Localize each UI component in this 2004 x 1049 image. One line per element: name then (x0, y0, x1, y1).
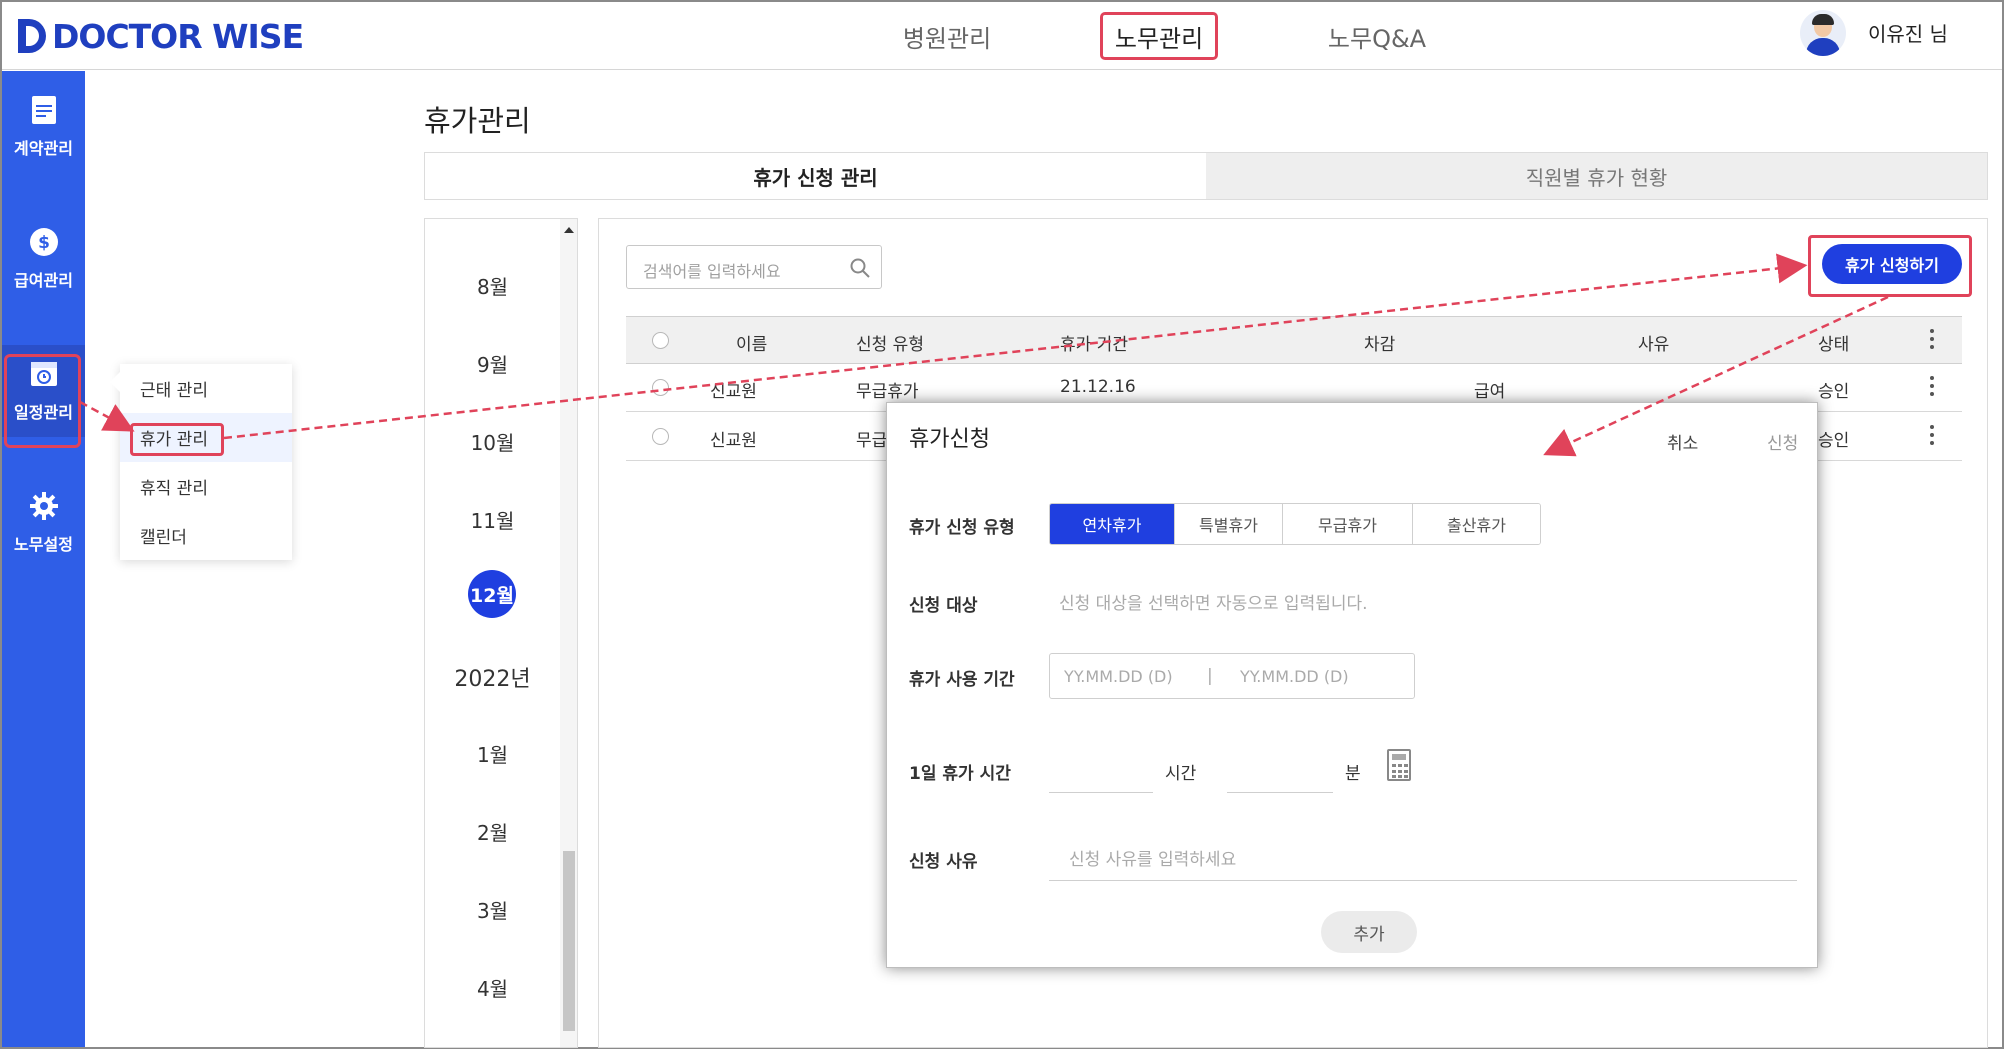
scroll-thumb[interactable] (563, 851, 575, 1031)
row-deduct: 급여 (1474, 382, 1506, 402)
sidebar-item-label: 노무설정 (14, 535, 73, 554)
target-hint: 신청 대상을 선택하면 자동으로 입력됩니다. (1059, 594, 1368, 614)
target-label: 신청 대상 (909, 596, 978, 616)
sidebar-item-label: 계약관리 (14, 139, 73, 158)
more-icon[interactable] (1930, 425, 1934, 449)
leave-type-unpaid[interactable]: 무급휴가 (1282, 504, 1412, 544)
period-label: 휴가 사용 기간 (909, 670, 1015, 690)
add-button[interactable]: 추가 (1321, 911, 1417, 953)
top-header: DOCTOR WISE 병원관리 노무관리 노무Q&A 이유진 님 (2, 2, 2002, 70)
year-label: 2022년 (454, 667, 531, 692)
month-item[interactable]: 2월 (425, 817, 560, 846)
hours-input[interactable] (1049, 759, 1153, 793)
col-status: 상태 (1818, 335, 1850, 355)
svg-text:$: $ (38, 233, 50, 253)
tab-leave-requests[interactable]: 휴가 신청 관리 (425, 153, 1206, 199)
submenu-item-attendance[interactable]: 근태 관리 (120, 364, 292, 413)
schedule-submenu: 근태 관리 휴가 관리 휴직 관리 캘린더 (110, 364, 292, 560)
sidebar-item-labor-settings[interactable]: 노무설정 (2, 477, 85, 569)
sidebar-item-payroll[interactable]: $ 급여관리 (2, 213, 85, 305)
leave-type-annual[interactable]: 연차휴가 (1050, 504, 1174, 544)
hour-unit: 시간 (1165, 764, 1197, 784)
row-name: 신교원 (710, 431, 757, 451)
leave-request-modal: 휴가신청 취소 신청 휴가 신청 유형 연차휴가 특별휴가 무급휴가 출산휴가 … (886, 402, 1818, 968)
sidebar-item-label: 급여관리 (14, 271, 73, 290)
sidebar: 계약관리 $ 급여관리 일정관리 노무설정 (2, 71, 85, 1047)
calculator-icon[interactable] (1387, 749, 1411, 781)
month-item[interactable]: 8월 (425, 271, 560, 300)
dollar-icon: $ (29, 227, 59, 257)
minute-unit: 분 (1345, 764, 1361, 784)
row-radio[interactable] (652, 428, 669, 445)
date-range-input[interactable]: YY.MM.DD (D) | YY.MM.DD (D) (1049, 653, 1415, 699)
row-period: 21.12.16 (1060, 377, 1136, 397)
cancel-button[interactable]: 취소 (1667, 429, 1698, 454)
start-date-field[interactable]: YY.MM.DD (D) (1064, 667, 1173, 686)
highlight-box-sidebar (4, 354, 81, 448)
username[interactable]: 이유진 님 (1868, 18, 1948, 47)
col-name: 이름 (736, 335, 768, 355)
leave-type-selector: 연차휴가 특별휴가 무급휴가 출산휴가 (1049, 503, 1541, 545)
row-status: 승인 (1818, 431, 1850, 451)
tab-bar: 휴가 신청 관리 직원별 휴가 현황 (424, 152, 1988, 200)
submit-button[interactable]: 신청 (1767, 429, 1798, 454)
nav-labor-qna[interactable]: 노무Q&A (1312, 12, 1442, 60)
month-item[interactable]: 11월 (425, 505, 560, 534)
row-type: 무급휴가 (856, 382, 919, 402)
search-icon[interactable] (849, 257, 871, 279)
nav-labor-management[interactable]: 노무관리 (1100, 12, 1218, 60)
search-input[interactable]: 검색어를 입력하세요 (626, 245, 882, 289)
row-type: 무급 (856, 431, 888, 451)
col-reason: 사유 (1638, 335, 1670, 355)
col-period: 휴가 기간 (1060, 335, 1128, 355)
page-title: 휴가관리 (424, 104, 531, 138)
gear-icon (29, 491, 59, 521)
logo-mark-icon (18, 19, 46, 53)
daily-hours-label: 1일 휴가 시간 (909, 764, 1011, 784)
document-icon (29, 95, 59, 125)
row-radio[interactable] (652, 379, 669, 396)
col-type: 신청 유형 (856, 335, 924, 355)
logo[interactable]: DOCTOR WISE (18, 16, 304, 56)
month-item[interactable]: 10월 (425, 427, 560, 456)
table-header: 이름 신청 유형 휴가 기간 차감 사유 상태 (626, 316, 1962, 364)
end-date-field[interactable]: YY.MM.DD (D) (1240, 667, 1349, 686)
submenu-item-absence[interactable]: 휴직 관리 (120, 462, 292, 511)
col-deduct: 차감 (1364, 335, 1396, 355)
reason-placeholder: 신청 사유를 입력하세요 (1069, 850, 1237, 870)
date-separator: | (1207, 666, 1213, 686)
month-list: 8월 9월 10월 11월 12월 2022년 1월 2월 3월 4월 (424, 218, 578, 1048)
leave-type-special[interactable]: 특별휴가 (1174, 504, 1282, 544)
leave-type-maternity[interactable]: 출산휴가 (1412, 504, 1540, 544)
reason-label: 신청 사유 (909, 852, 978, 872)
avatar[interactable] (1800, 10, 1846, 56)
month-scrollbar[interactable] (560, 219, 577, 1047)
tab-leave-status-by-employee[interactable]: 직원별 휴가 현황 (1206, 153, 1987, 199)
row-status: 승인 (1818, 382, 1850, 402)
leave-type-label: 휴가 신청 유형 (909, 518, 1015, 538)
logo-text: DOCTOR WISE (52, 16, 304, 56)
sidebar-item-contract[interactable]: 계약관리 (2, 81, 85, 173)
month-item[interactable]: 3월 (425, 895, 560, 924)
highlight-box-apply (1808, 235, 1972, 297)
more-icon[interactable] (1930, 329, 1934, 353)
highlight-box-submenu (130, 423, 224, 456)
more-icon[interactable] (1930, 376, 1934, 400)
submenu-item-calendar[interactable]: 캘린더 (120, 511, 292, 560)
scroll-up-arrow-icon[interactable] (564, 227, 574, 233)
month-item[interactable]: 4월 (425, 973, 560, 1002)
month-item-selected[interactable]: 12월 (468, 570, 516, 618)
minutes-input[interactable] (1227, 759, 1333, 793)
row-name: 신교원 (710, 382, 757, 402)
nav-hospital-management[interactable]: 병원관리 (882, 12, 1012, 60)
month-item[interactable]: 1월 (425, 739, 560, 768)
search-placeholder: 검색어를 입력하세요 (643, 262, 781, 281)
month-item[interactable]: 9월 (425, 349, 560, 378)
modal-title: 휴가신청 (909, 427, 990, 452)
select-all-radio[interactable] (652, 332, 669, 349)
